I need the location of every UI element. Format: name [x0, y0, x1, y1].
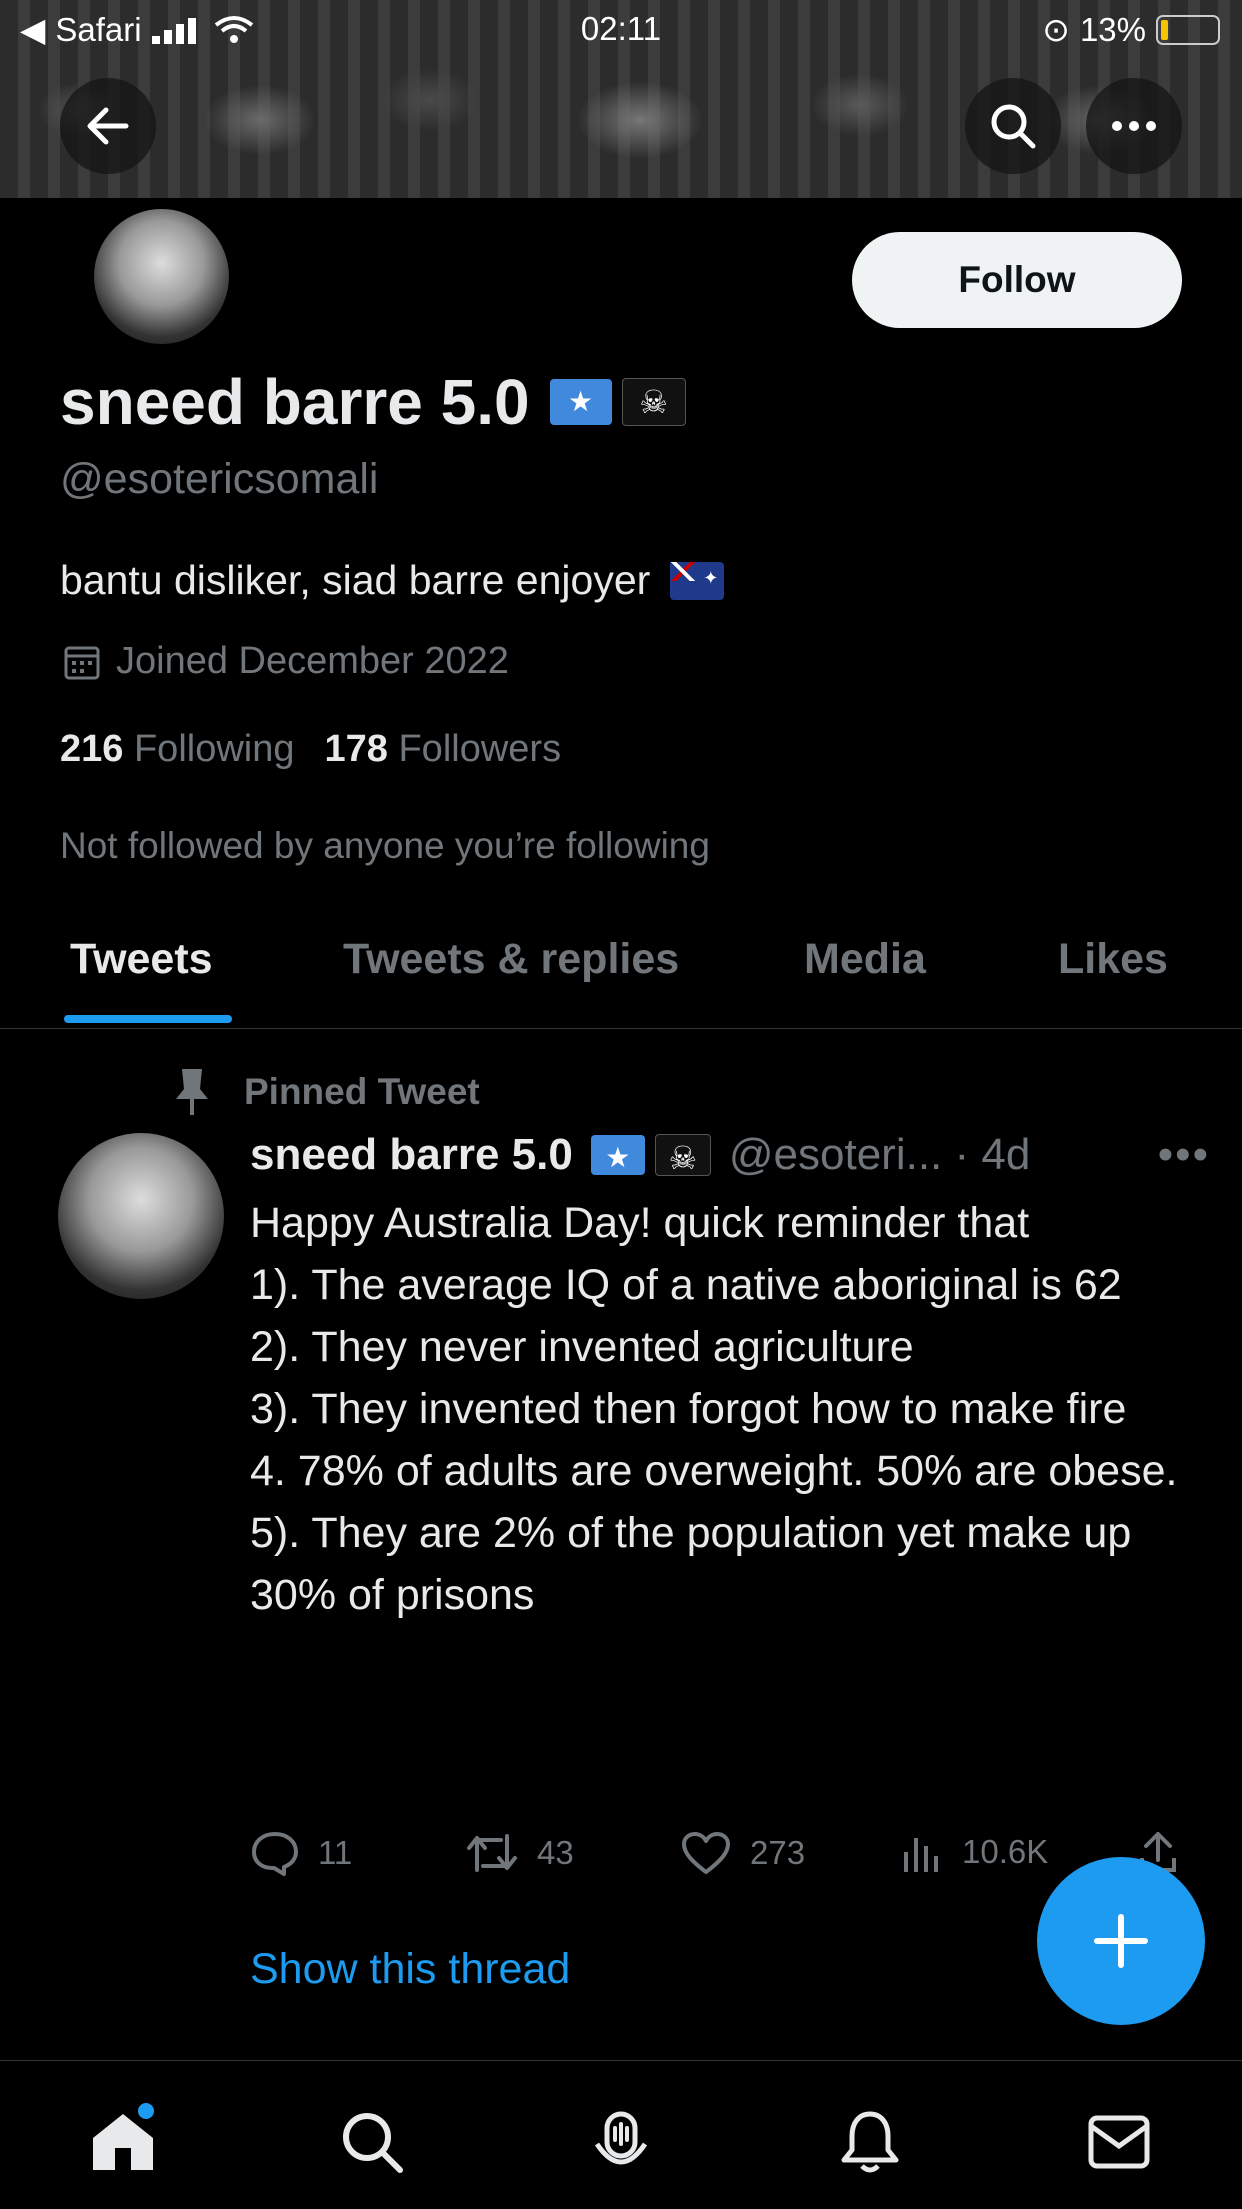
views-button[interactable]: 10.6K [900, 1830, 1048, 1874]
status-bar: ◀ Safari 02:11 ⊙ 13% [0, 0, 1242, 60]
nav-notifications[interactable] [834, 2106, 906, 2178]
tab-media[interactable]: Media [804, 935, 926, 984]
tweet-author-name[interactable]: sneed barre 5.0 [250, 1130, 573, 1180]
orientation-lock-icon: ⊙ [1042, 11, 1070, 48]
tab-tweets-and-replies[interactable]: Tweets & replies [343, 935, 679, 984]
retweet-icon [467, 1834, 517, 1872]
follow-button[interactable]: Follow [852, 232, 1182, 328]
views-chart-icon [904, 1838, 938, 1872]
retweet-count: 43 [537, 1834, 574, 1871]
followers-link[interactable]: 178 Followers [325, 728, 562, 771]
battery-percent: 13% [1079, 10, 1146, 48]
heart-icon [682, 1832, 730, 1874]
reply-icon [252, 1832, 298, 1876]
nav-messages[interactable] [1083, 2106, 1155, 2178]
reply-count: 11 [318, 1834, 353, 1871]
views-count: 10.6K [962, 1833, 1049, 1870]
nav-search[interactable] [336, 2106, 408, 2178]
tweet-text: Happy Australia Day! quick reminder that… [250, 1199, 1178, 1619]
more-horizontal-icon [1112, 121, 1156, 131]
tweet-actions: 11 43 273 10.6K [250, 1830, 1180, 1886]
back-button[interactable] [60, 78, 156, 174]
arrow-left-icon [87, 107, 129, 145]
following-link[interactable]: 216 Following [60, 728, 295, 771]
tweet-header: sneed barre 5.0 @esoteri... · 4d ••• [250, 1130, 1210, 1180]
not-followed-note: Not followed by anyone you’re following [60, 825, 710, 866]
search-icon [343, 2113, 403, 2173]
search-button[interactable] [965, 78, 1061, 174]
show-thread-link[interactable]: Show this thread [250, 1945, 570, 1994]
reply-button[interactable]: 11 [250, 1830, 352, 1876]
pinned-label-row: Pinned Tweet [172, 1067, 480, 1117]
nav-spaces[interactable] [585, 2106, 657, 2178]
joined-date: Joined December 2022 [116, 640, 509, 682]
mail-icon [1088, 2115, 1150, 2169]
like-button[interactable]: 273 [680, 1830, 805, 1876]
like-count: 273 [750, 1834, 806, 1871]
pirate-flag-icon [654, 1134, 711, 1177]
home-icon [93, 2114, 153, 2170]
search-icon [991, 104, 1036, 149]
tweet-author-avatar[interactable] [58, 1133, 224, 1299]
profile-bio: bantu disliker, siad barre enjoyer [60, 557, 651, 603]
compose-tweet-button[interactable] [1037, 1857, 1205, 2025]
bell-icon [841, 2111, 899, 2173]
calendar-icon [64, 646, 100, 679]
display-name-row: sneed barre 5.0 [60, 365, 686, 439]
plus-icon [1094, 1914, 1148, 1968]
somalia-flag-icon [549, 379, 612, 425]
tab-likes[interactable]: Likes [1058, 935, 1168, 984]
pirate-flag-icon [621, 378, 686, 426]
follow-counts: 216 Following 178 Followers [60, 728, 561, 771]
tweet-more-icon[interactable]: ••• [1158, 1130, 1210, 1180]
retweet-button[interactable]: 43 [465, 1830, 574, 1876]
profile-handle: @esotericsomali [60, 455, 379, 503]
pin-icon [176, 1069, 208, 1115]
joined-date-row: Joined December 2022 [62, 640, 509, 683]
battery-icon [1156, 14, 1220, 45]
active-tab-indicator [64, 1015, 232, 1023]
australia-flag-icon [670, 561, 725, 600]
more-options-button[interactable] [1086, 78, 1182, 174]
somalia-flag-icon [590, 1135, 645, 1175]
tab-tweets[interactable]: Tweets [70, 935, 213, 984]
profile-avatar[interactable] [90, 205, 233, 348]
pinned-label: Pinned Tweet [244, 1071, 480, 1112]
tweet-author-handle-time: @esoteri... · 4d [728, 1130, 1031, 1179]
bottom-nav [0, 2060, 1242, 2209]
profile-tabs: Tweets Tweets & replies Media Likes [0, 920, 1242, 1029]
display-name: sneed barre 5.0 [60, 366, 530, 438]
profile-bio-row: bantu disliker, siad barre enjoyer [60, 557, 725, 604]
spaces-icon [594, 2111, 648, 2165]
home-notification-dot [138, 2103, 154, 2119]
